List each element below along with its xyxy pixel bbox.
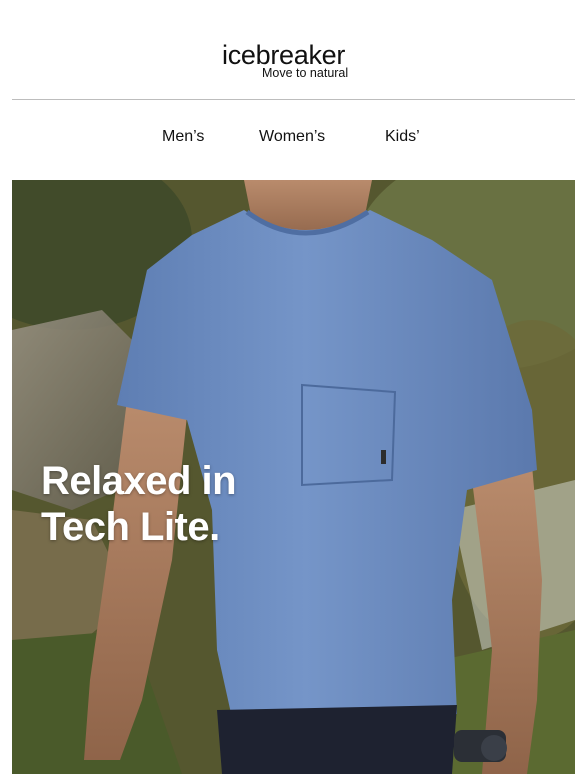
brand-logo[interactable]: icebreaker [222, 42, 345, 69]
nav-link-womens[interactable]: Women’s [259, 128, 325, 146]
brand-tagline: Move to natural [262, 66, 349, 80]
hero-title-line-1: Relaxed in [41, 459, 237, 503]
nav-link-kids[interactable]: Kids’ [385, 128, 420, 146]
hero-title: Relaxed in Tech Lite. [41, 458, 237, 550]
header-divider [12, 99, 575, 100]
category-nav: Men’s Women’s Kids’ [0, 128, 580, 152]
hero-banner[interactable]: Relaxed in Tech Lite. [12, 180, 575, 774]
nav-link-mens[interactable]: Men’s [162, 128, 204, 146]
hero-title-line-2: Tech Lite. [41, 505, 220, 549]
email-header: icebreaker Move to natural [0, 0, 580, 100]
